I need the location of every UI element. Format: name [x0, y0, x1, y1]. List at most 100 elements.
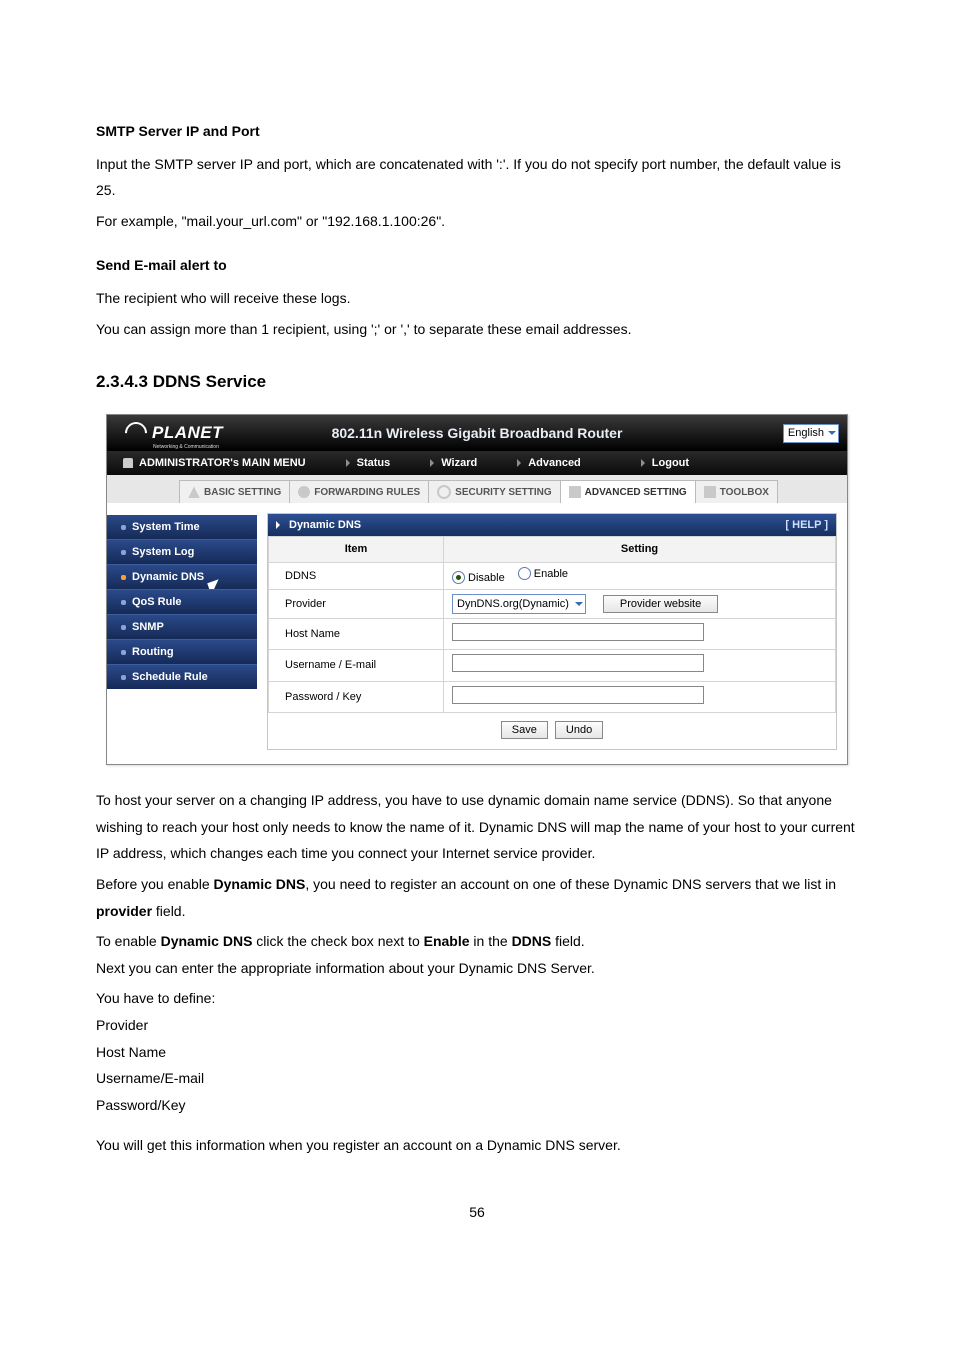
heading-email-alert: Send E-mail alert to — [96, 252, 858, 279]
help-link[interactable]: [ HELP ] — [785, 518, 828, 532]
para-alert-2: You can assign more than 1 recipient, us… — [96, 316, 858, 343]
radio-label: Disable — [468, 571, 505, 585]
hostname-input[interactable] — [452, 623, 704, 641]
bold-text: Dynamic DNS — [161, 933, 253, 949]
tab-forwarding-rules[interactable]: FORWARDING RULES — [289, 480, 429, 503]
para-ddns-5: You will get this information when you r… — [96, 1132, 858, 1159]
define-intro: You have to define: — [96, 985, 858, 1012]
sidebar: System Time System Log Dynamic DNS QoS R… — [107, 503, 257, 764]
basic-setting-icon — [188, 486, 200, 498]
provider-select[interactable]: DynDNS.org(Dynamic) — [452, 594, 586, 614]
tab-toolbox-label: TOOLBOX — [720, 486, 769, 499]
row-username-value — [444, 650, 836, 681]
tab-strip: BASIC SETTING FORWARDING RULES SECURITY … — [107, 475, 847, 503]
row-ddns-value: Disable Enable — [444, 562, 836, 589]
row-hostname-value — [444, 619, 836, 650]
ddns-enable-radio[interactable]: Enable — [518, 567, 568, 581]
sidebar-item-label: SNMP — [132, 620, 164, 634]
panel-header: Dynamic DNS [ HELP ] — [268, 514, 836, 536]
tab-forwarding-label: FORWARDING RULES — [314, 486, 420, 499]
logo-text-label: PLANET — [152, 423, 223, 442]
tab-security-label: SECURITY SETTING — [455, 486, 552, 499]
sidebar-item-snmp[interactable]: SNMP — [107, 614, 257, 639]
banner: PLANET Networking & Communication 802.11… — [107, 415, 847, 451]
panel-title: Dynamic DNS — [289, 518, 361, 532]
para-smtp-2: For example, "mail.your_url.com" or "192… — [96, 208, 858, 235]
sidebar-item-label: QoS Rule — [132, 595, 182, 609]
tab-advanced-label: ADVANCED SETTING — [585, 486, 687, 499]
sidebar-item-label: System Log — [132, 545, 194, 559]
chevron-right-icon — [276, 521, 284, 529]
para-ddns-3: To enable Dynamic DNS click the check bo… — [96, 928, 858, 955]
sidebar-item-system-log[interactable]: System Log — [107, 539, 257, 564]
language-select[interactable]: English — [783, 424, 839, 442]
menu-logout-label: Logout — [652, 456, 689, 470]
action-row: Save Undo — [268, 713, 836, 749]
sidebar-item-system-time[interactable]: System Time — [107, 515, 257, 539]
password-input[interactable] — [452, 686, 704, 704]
sidebar-item-label: Dynamic DNS — [132, 570, 204, 584]
row-provider-value: DynDNS.org(Dynamic) Provider website — [444, 590, 836, 619]
para-ddns-4: Next you can enter the appropriate infor… — [96, 955, 858, 982]
menu-advanced[interactable]: Advanced — [517, 456, 581, 470]
define-hostname: Host Name — [96, 1039, 858, 1066]
menu-status-label: Status — [357, 456, 391, 470]
menu-wizard-label: Wizard — [441, 456, 477, 470]
bold-text: DDNS — [512, 933, 552, 949]
ddns-form-table: Item Setting DDNS Disable Enable Provide… — [268, 536, 836, 712]
row-provider-label: Provider — [269, 590, 444, 619]
sidebar-item-schedule-rule[interactable]: Schedule Rule — [107, 664, 257, 689]
admin-menu-label: ADMINISTRATOR's MAIN MENU — [123, 456, 306, 470]
bold-text: Dynamic DNS — [214, 876, 306, 892]
text: , you need to register an account on one… — [305, 876, 836, 892]
ddns-disable-radio[interactable]: Disable — [452, 571, 505, 585]
router-screenshot: PLANET Networking & Communication 802.11… — [106, 414, 848, 765]
text: To enable — [96, 933, 161, 949]
text: in the — [470, 933, 512, 949]
sidebar-item-dynamic-dns[interactable]: Dynamic DNS — [107, 564, 257, 589]
sidebar-item-label: Routing — [132, 645, 174, 659]
radio-dot-icon — [452, 571, 465, 584]
tab-basic-setting[interactable]: BASIC SETTING — [179, 480, 290, 503]
save-button[interactable]: Save — [501, 721, 548, 739]
forwarding-rules-icon — [298, 486, 310, 498]
para-alert-1: The recipient who will receive these log… — [96, 285, 858, 312]
define-provider: Provider — [96, 1012, 858, 1039]
menu-logout[interactable]: Logout — [641, 456, 689, 470]
provider-select-value: DynDNS.org(Dynamic) — [457, 597, 569, 611]
logo-subtext: Networking & Communication — [153, 444, 219, 451]
para-ddns-2: Before you enable Dynamic DNS, you need … — [96, 871, 858, 924]
tab-advanced-setting[interactable]: ADVANCED SETTING — [560, 480, 696, 503]
logo-text: PLANET Networking & Communication — [152, 422, 223, 444]
row-hostname-label: Host Name — [269, 619, 444, 650]
language-select-value: English — [788, 426, 824, 440]
sidebar-item-label: System Time — [132, 520, 200, 534]
dynamic-dns-panel: Dynamic DNS [ HELP ] Item Setting DDNS D… — [267, 513, 837, 750]
menu-status[interactable]: Status — [346, 456, 391, 470]
planet-logo-icon — [120, 418, 151, 449]
text: Before you enable — [96, 876, 214, 892]
logo: PLANET Networking & Communication — [107, 422, 223, 444]
undo-button[interactable]: Undo — [555, 721, 603, 739]
provider-website-button[interactable]: Provider website — [603, 595, 718, 613]
advanced-setting-icon — [569, 486, 581, 498]
tab-toolbox[interactable]: TOOLBOX — [695, 480, 778, 503]
banner-title: 802.11n Wireless Gigabit Broadband Route… — [332, 424, 623, 442]
bold-text: provider — [96, 903, 152, 919]
sidebar-item-qos-rule[interactable]: QoS Rule — [107, 589, 257, 614]
sidebar-item-label: Schedule Rule — [132, 670, 208, 684]
col-item: Item — [269, 537, 444, 562]
sidebar-item-routing[interactable]: Routing — [107, 639, 257, 664]
tab-basic-label: BASIC SETTING — [204, 486, 281, 499]
para-smtp-1: Input the SMTP server IP and port, which… — [96, 151, 858, 204]
username-input[interactable] — [452, 654, 704, 672]
radio-label: Enable — [534, 567, 568, 581]
bold-text: Enable — [424, 933, 470, 949]
row-username-label: Username / E-mail — [269, 650, 444, 681]
define-username: Username/E-mail — [96, 1065, 858, 1092]
security-setting-icon — [437, 485, 451, 499]
menu-wizard[interactable]: Wizard — [430, 456, 477, 470]
col-setting: Setting — [444, 537, 836, 562]
tab-security-setting[interactable]: SECURITY SETTING — [428, 480, 561, 503]
radio-dot-icon — [518, 567, 531, 580]
